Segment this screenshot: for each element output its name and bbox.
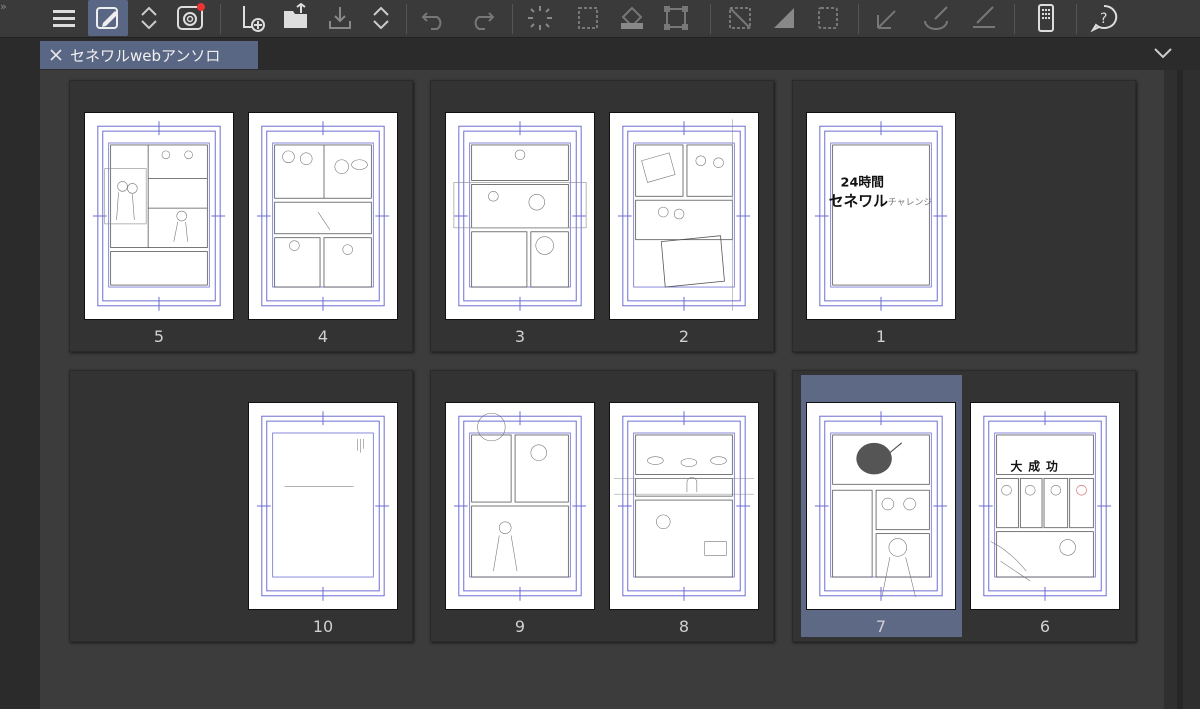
tab-title: セネワルwebアンソロ [70,46,221,65]
page-thumbnail-7[interactable] [806,402,956,610]
brush-icon[interactable] [916,0,956,36]
svg-text:?: ? [1100,11,1107,27]
edit-page-icon[interactable] [88,0,128,36]
page-thumbnail-4[interactable] [248,112,398,320]
page-number-1: 1 [875,327,887,346]
menu-icon[interactable] [44,0,84,36]
page-9-art [453,411,587,601]
scrollbar-track[interactable] [1177,70,1183,709]
help-icon[interactable]: ? [1084,0,1124,36]
page-1-title-line2: セネワル [829,193,888,210]
page-number-7: 7 [875,617,887,636]
page-6-title: 大成功 [1010,459,1063,473]
page-3-art [453,121,587,311]
page-number-4: 4 [317,327,329,346]
page-number-5: 5 [153,327,165,346]
page-number-6: 6 [1039,617,1051,636]
page-number-10: 10 [312,617,334,636]
page-6-art: 大成功 [978,411,1112,601]
open-folder-icon[interactable] [276,0,316,36]
page-1-title-line1: 24時間 [841,174,884,190]
ruler-icon[interactable] [720,0,760,36]
page-10-art [256,411,390,601]
export-icon[interactable] [320,0,360,36]
page-2-art [617,119,751,311]
page-thumbnail-2[interactable] [609,112,759,320]
select-area-icon[interactable] [568,0,608,36]
loading-icon[interactable] [520,0,560,36]
up-down-icon[interactable] [364,0,398,36]
page-number-8: 8 [678,617,690,636]
chevron-down-icon[interactable] [1152,44,1174,62]
add-page-icon[interactable] [232,0,272,36]
page-thumbnail-1[interactable]: 24時間 セネワル チャレンジ [806,112,956,320]
fill-icon[interactable] [612,0,652,36]
undo-icon[interactable] [414,0,454,36]
page-thumbnail-3[interactable] [445,112,595,320]
smartphone-icon[interactable] [1026,0,1066,36]
page-number-9: 9 [514,617,526,636]
page-thumbnail-6[interactable]: 大成功 [970,402,1120,610]
page-number-3: 3 [514,327,526,346]
page-thumbnail-10[interactable] [248,402,398,610]
selection-icon[interactable] [808,0,848,36]
up-down-icon[interactable] [132,0,166,36]
transform-icon[interactable] [656,0,696,36]
page-8-art [613,411,755,601]
page-4-art [256,121,390,311]
expand-chevron-icon[interactable]: ›› [0,0,7,13]
page-1-art: 24時間 セネワル チャレンジ [814,121,948,311]
eraser-icon[interactable] [964,0,1004,36]
redo-icon[interactable] [462,0,502,36]
page-thumbnail-5[interactable] [84,112,234,320]
close-icon[interactable] [48,47,64,63]
pen-icon[interactable] [868,0,908,36]
page-1-title-line3: チャレンジ [888,197,932,208]
toolbar: ›› ? [0,0,1200,38]
fill-shape-icon[interactable] [764,0,804,36]
tab-bar: セネワルwebアンソロ [0,38,1200,70]
page-7-art [814,411,948,601]
page-thumbnail-8[interactable] [609,402,759,610]
page-number-2: 2 [678,327,690,346]
page-5-art [92,121,226,311]
tab-document[interactable]: セネワルwebアンソロ [40,41,258,69]
cloud-sync-icon[interactable] [170,0,210,36]
page-thumbnail-9[interactable] [445,402,595,610]
